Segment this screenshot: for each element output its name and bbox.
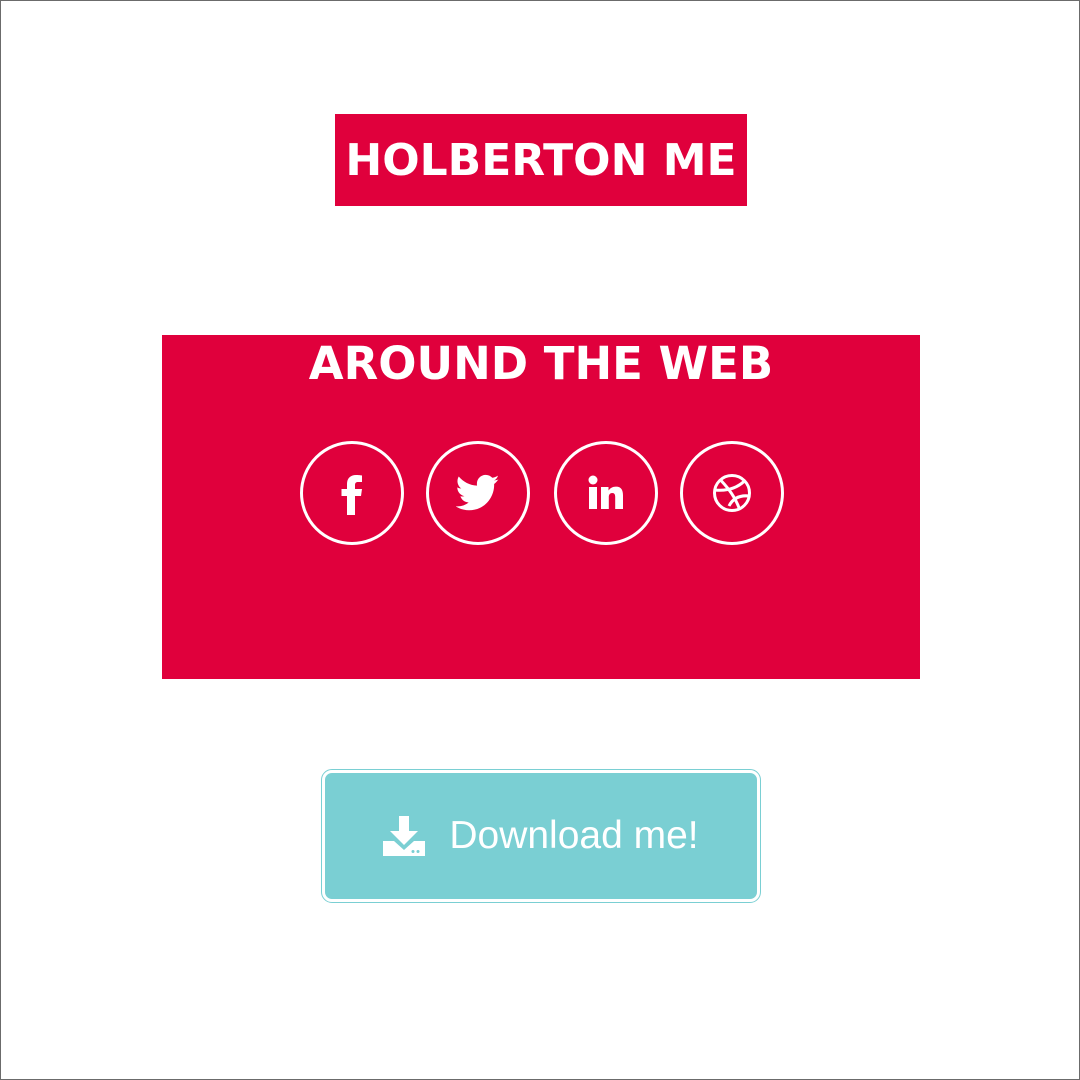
download-content: Download me!: [383, 814, 699, 858]
facebook-icon: [341, 475, 362, 515]
social-links: [300, 441, 784, 545]
dribbble-icon: [713, 474, 751, 512]
download-button[interactable]: Download me!: [321, 769, 761, 903]
dribbble-button[interactable]: [680, 441, 784, 545]
around-the-web-section: AROUND THE WEB: [162, 335, 920, 679]
linkedin-button[interactable]: [554, 441, 658, 545]
facebook-button[interactable]: [300, 441, 404, 545]
download-icon: [383, 816, 426, 856]
site-title: HOLBERTON ME: [345, 134, 737, 186]
around-the-web-heading: AROUND THE WEB: [308, 337, 774, 390]
linkedin-icon: [588, 475, 623, 509]
site-title-banner: HOLBERTON ME: [335, 114, 747, 206]
download-label: Download me!: [449, 814, 699, 857]
page-frame: HOLBERTON ME AROUND THE WEB Download me!: [0, 0, 1080, 1080]
twitter-button[interactable]: [426, 441, 530, 545]
twitter-icon: [456, 474, 500, 511]
